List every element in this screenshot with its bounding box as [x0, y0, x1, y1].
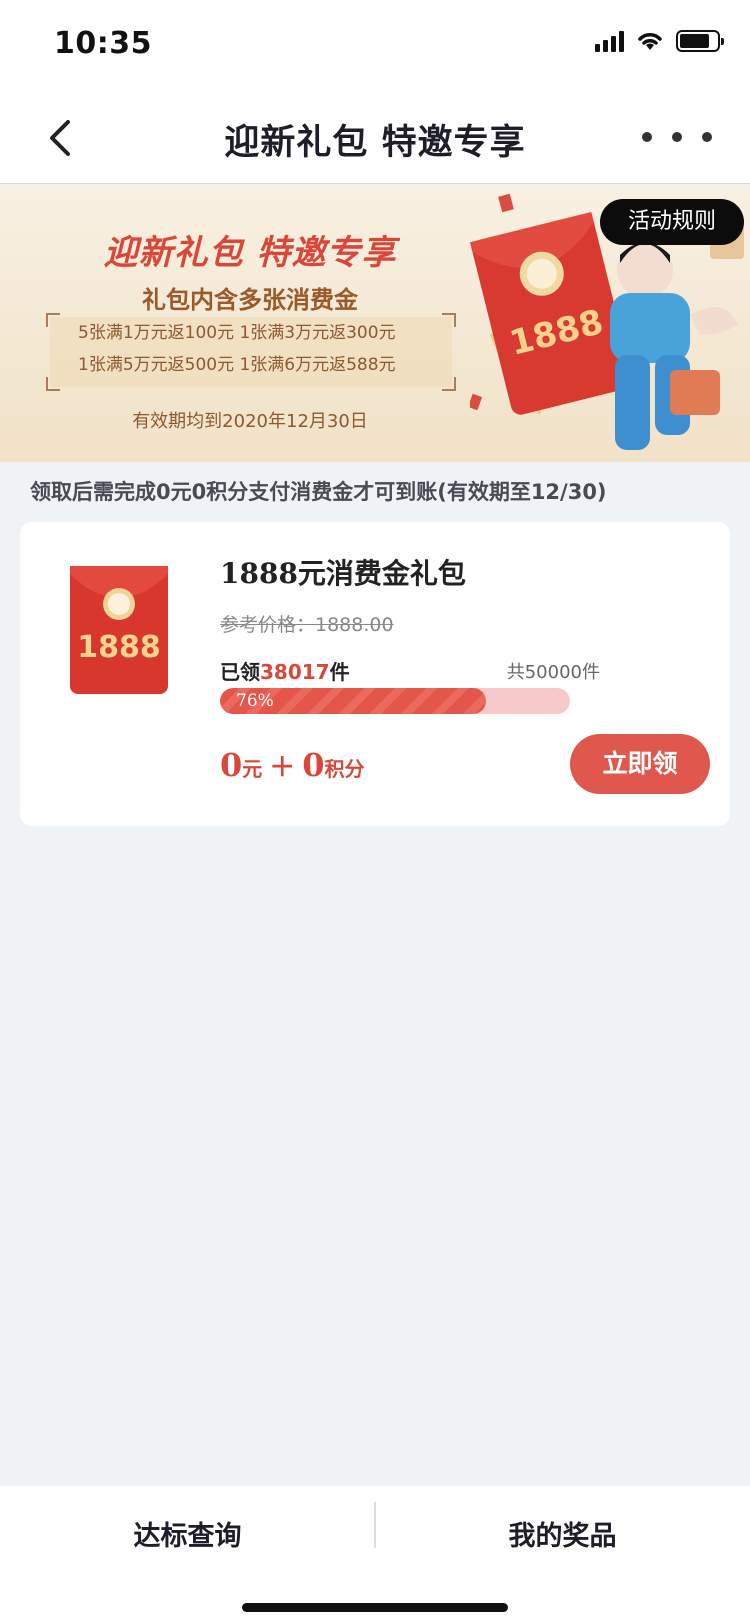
signal-icon: [595, 30, 624, 52]
claim-progress-bar: 76%: [220, 688, 570, 714]
red-envelope-icon: 1888: [40, 552, 195, 707]
price-points-unit: 积分: [324, 757, 365, 781]
product-card: 1888 1888元消费金礼包 参考价格：1888.00 已领38017件 共5…: [20, 522, 730, 826]
product-price: 0元 ＋ 0积分: [220, 746, 364, 784]
banner-offer-box: 5张满1万元返100元 1张满3万元返300元 1张满5万元返500元 1张满6…: [46, 313, 456, 391]
status-time: 10:35: [54, 26, 152, 61]
total-count: 共50000件: [506, 662, 600, 683]
progress-label: 76%: [236, 691, 274, 711]
wifi-icon: [638, 33, 662, 50]
claim-notice: 领取后需完成0元0积分支付消费金才可到账(有效期至12/30): [30, 480, 607, 504]
home-indicator: [242, 1603, 508, 1612]
status-bar: 10:35: [0, 0, 750, 92]
price-points: 0: [302, 746, 325, 784]
claimed-suffix: 件: [329, 660, 350, 684]
claimed-count: 已领38017件: [220, 656, 350, 685]
banner-title: 迎新礼包 特邀专享: [103, 233, 397, 273]
claim-now-button[interactable]: 立即领: [570, 734, 710, 794]
bottom-tab-bar: 达标查询 我的奖品: [0, 1486, 750, 1624]
thumb-amount: 1888: [77, 630, 161, 665]
price-cash: 0: [220, 746, 243, 784]
battery-icon: [676, 30, 724, 52]
banner-offer-line: 1张满5万元返500元 1张满6万元返588元: [78, 355, 396, 375]
tab-my-prizes[interactable]: 我的奖品: [375, 1514, 750, 1553]
promo-banner: 迎新礼包 特邀专享 礼包内含多张消费金 5张满1万元返100元 1张满3万元返3…: [0, 185, 750, 462]
tab-qualification-query[interactable]: 达标查询: [0, 1514, 375, 1553]
banner-subtitle: 礼包内含多张消费金: [142, 286, 358, 314]
banner-offer-line: 5张满1万元返100元 1张满3万元返300元: [78, 323, 396, 343]
product-name: 1888元消费金礼包: [220, 557, 466, 590]
product-thumbnail: 1888: [40, 552, 195, 707]
more-icon[interactable]: [642, 122, 712, 152]
page-title: 迎新礼包 特邀专享: [224, 123, 526, 163]
activity-rules-button[interactable]: 活动规则: [600, 199, 744, 245]
price-cash-unit: 元: [242, 757, 263, 781]
claimed-number: 38017: [260, 660, 330, 684]
claimed-prefix: 已领: [220, 660, 260, 684]
status-icons: [595, 30, 724, 52]
price-plus: ＋: [269, 753, 296, 783]
nav-bar: 迎新礼包 特邀专享: [0, 92, 750, 184]
reference-price: 参考价格：1888.00: [220, 614, 394, 636]
banner-validity: 有效期均到2020年12月30日: [132, 411, 368, 432]
